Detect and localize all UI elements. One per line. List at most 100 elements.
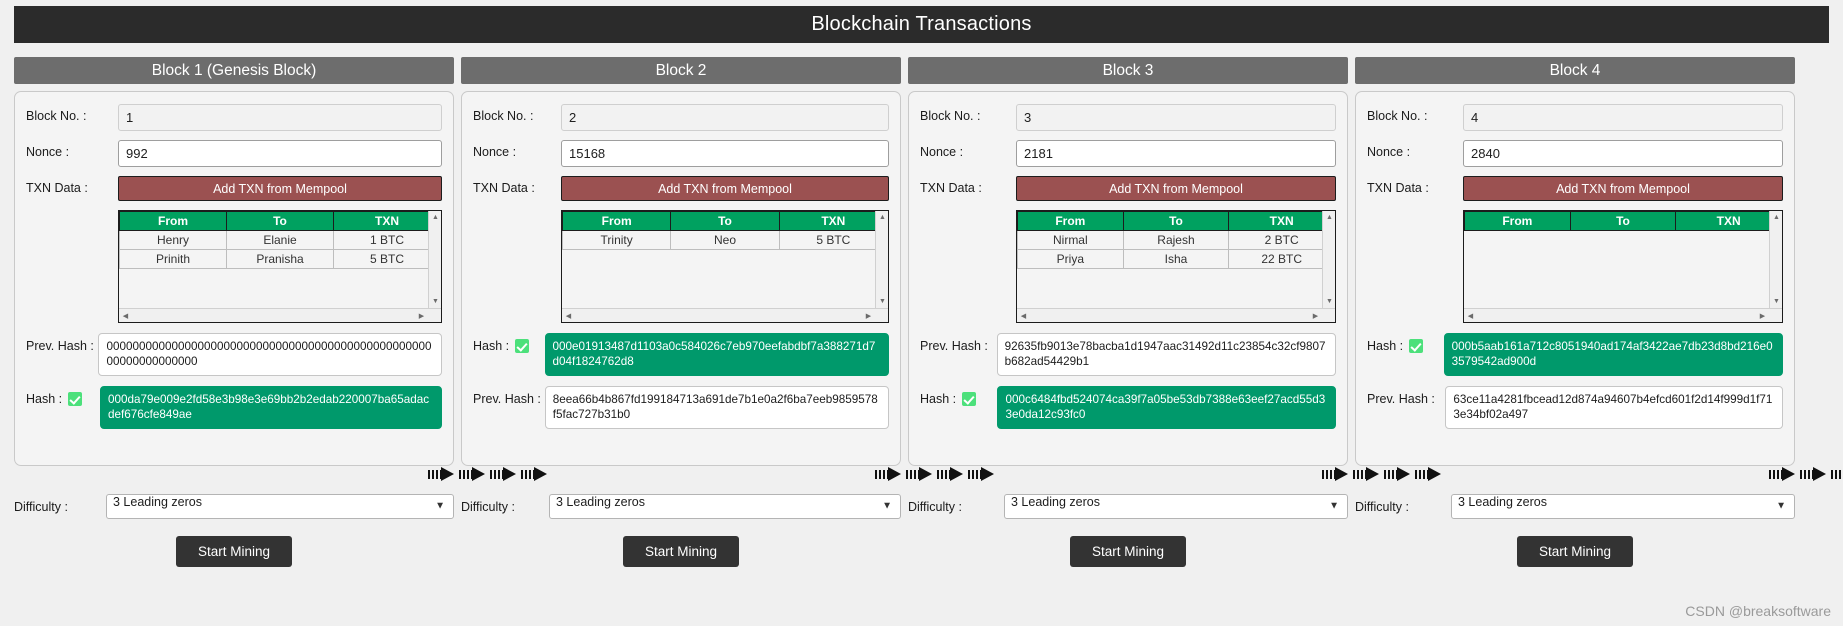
- chain-link-arrow-icon: [937, 467, 965, 482]
- start-mining-button[interactable]: Start Mining: [1516, 536, 1634, 567]
- prev-hash-value[interactable]: 63ce11a4281fbcead12d874a94607b4efcd601f2…: [1445, 386, 1783, 429]
- difficulty-select[interactable]: 3 Leading zeros: [106, 494, 454, 519]
- txn-table-container: From To TXN Nirmal Rajesh 2 BTC Priya Isha 22 BT…: [1016, 210, 1336, 323]
- block-controls-4: Difficulty : 3 Leading zeros ▼ Start Mining: [1355, 494, 1795, 567]
- add-txn-from-mempool-button[interactable]: Add TXN from Mempool: [561, 176, 889, 201]
- txn-horizontal-scrollbar[interactable]: ◀ ▶: [1017, 308, 1335, 322]
- scroll-down-icon[interactable]: ▼: [876, 295, 888, 308]
- scroll-right-icon[interactable]: ▶: [862, 309, 875, 322]
- add-txn-from-mempool-button[interactable]: Add TXN from Mempool: [1463, 176, 1783, 201]
- block-body: Block No. : Nonce : TXN Data : Add TXN from…: [1355, 91, 1795, 466]
- blocks-row: Block 1 (Genesis Block) Block No. : Nonce …: [14, 57, 1829, 466]
- mine-row: Start Mining: [461, 536, 901, 567]
- txn-vertical-scrollbar[interactable]: ▲ ▼: [428, 211, 441, 308]
- scroll-up-icon[interactable]: ▲: [1323, 211, 1335, 224]
- block-no-row: Block No. :: [920, 104, 1336, 131]
- difficulty-select-wrap: 3 Leading zeros ▼: [106, 494, 454, 519]
- txn-to: Rajesh: [1122, 230, 1230, 250]
- hash-value[interactable]: 000da79e009e2fd58e3b98e3e69bb2b2edab2200…: [100, 386, 442, 429]
- block-no-input[interactable]: [1463, 104, 1783, 131]
- hash-value[interactable]: 000c6484fbd524074ca39f7a05be53db7388e63e…: [997, 386, 1336, 429]
- difficulty-select[interactable]: 3 Leading zeros: [1004, 494, 1348, 519]
- txn-from: Prinith: [119, 249, 227, 269]
- txn-scroll-area: From To TXN Henry Elanie 1 BTC Prinith Pranisha…: [119, 211, 441, 308]
- txn-column-header: TXN: [778, 211, 888, 231]
- add-txn-from-mempool-button[interactable]: Add TXN from Mempool: [118, 176, 442, 201]
- scroll-right-icon[interactable]: ▶: [1309, 309, 1322, 322]
- scroll-left-icon[interactable]: ◀: [562, 309, 575, 322]
- txn-scroll-area: From To TXN ▲ ▼: [1464, 211, 1782, 308]
- txn-vertical-scrollbar[interactable]: ▲ ▼: [1322, 211, 1335, 308]
- scroll-up-icon[interactable]: ▲: [876, 211, 888, 224]
- txn-column-header: TXN: [1228, 211, 1335, 231]
- txn-table-container: From To TXN ▲ ▼ ◀ ▶: [1463, 210, 1783, 323]
- scroll-down-icon[interactable]: ▼: [1770, 295, 1782, 308]
- txn-data-row: TXN Data : Add TXN from Mempool: [920, 176, 1336, 201]
- hash-value[interactable]: 000b5aab161a712c8051940ad174af3422ae7db2…: [1443, 333, 1783, 376]
- txn-horizontal-scrollbar[interactable]: ◀ ▶: [562, 308, 888, 322]
- block-controls-1: Difficulty : 3 Leading zeros ▼ Start Mining: [14, 494, 454, 567]
- chain-link-arrow-icon: [1415, 467, 1443, 482]
- scroll-left-icon[interactable]: ◀: [1464, 309, 1477, 322]
- txn-column-header: From: [1017, 211, 1124, 231]
- chain-link-arrow-icon: [1831, 467, 1843, 482]
- difficulty-select-wrap: 3 Leading zeros ▼: [1004, 494, 1348, 519]
- txn-table-container: From To TXN Trinity Neo 5 BTC ▲ ▼ ◀ ▶: [561, 210, 889, 323]
- add-txn-from-mempool-button[interactable]: Add TXN from Mempool: [1016, 176, 1336, 201]
- nonce-input[interactable]: [561, 140, 889, 167]
- block-header: Block 3: [908, 57, 1348, 84]
- block-no-input[interactable]: [118, 104, 442, 131]
- txn-column-header: TXN: [333, 211, 441, 231]
- table-row: Priya Isha 22 BTC: [1017, 249, 1335, 269]
- nonce-row: Nonce :: [1367, 140, 1783, 167]
- block-body: Block No. : Nonce : TXN Data : Add TXN from…: [908, 91, 1348, 466]
- difficulty-select[interactable]: 3 Leading zeros: [549, 494, 901, 519]
- difficulty-label: Difficulty :: [14, 499, 68, 514]
- scroll-right-icon[interactable]: ▶: [415, 309, 428, 322]
- prev-hash-value[interactable]: 92635fb9013e78bacba1d1947aac31492d11c238…: [996, 333, 1336, 376]
- block-body: Block No. : Nonce : TXN Data : Add TXN from…: [14, 91, 454, 466]
- chain-link-arrow-icon: [521, 467, 549, 482]
- txn-column-header: To: [670, 211, 780, 231]
- txn-from: Trinity: [562, 230, 672, 250]
- difficulty-select[interactable]: 3 Leading zeros: [1451, 494, 1795, 519]
- nonce-row: Nonce :: [26, 140, 442, 167]
- block-no-label: Block No. :: [1367, 109, 1428, 123]
- nonce-input[interactable]: [1016, 140, 1336, 167]
- hash-valid-check-icon: [1409, 339, 1424, 353]
- start-mining-button[interactable]: Start Mining: [622, 536, 740, 567]
- block-no-row: Block No. :: [473, 104, 889, 131]
- scroll-down-icon[interactable]: ▼: [1323, 295, 1335, 308]
- scroll-up-icon[interactable]: ▲: [1770, 211, 1782, 224]
- scroll-up-icon[interactable]: ▲: [429, 211, 441, 224]
- nonce-input[interactable]: [118, 140, 442, 167]
- hash-valid-check-icon: [962, 392, 977, 406]
- scroll-down-icon[interactable]: ▼: [429, 295, 441, 308]
- hash-value[interactable]: 000e01913487d1103a0c584026c7eb970eefabdb…: [544, 333, 889, 376]
- block-no-input[interactable]: [1016, 104, 1336, 131]
- start-mining-button[interactable]: Start Mining: [175, 536, 293, 567]
- prev-hash-value[interactable]: 0000000000000000000000000000000000000000…: [98, 333, 442, 376]
- txn-horizontal-scrollbar[interactable]: ◀ ▶: [1464, 308, 1782, 322]
- nonce-input[interactable]: [1463, 140, 1783, 167]
- txn-vertical-scrollbar[interactable]: ▲ ▼: [1769, 211, 1782, 308]
- txn-to: Pranisha: [226, 249, 334, 269]
- block-no-row: Block No. :: [26, 104, 442, 131]
- txn-horizontal-scrollbar[interactable]: ◀ ▶: [119, 308, 441, 322]
- txn-table: From To TXN Nirmal Rajesh 2 BTC Priya Isha 22 BT…: [1017, 211, 1335, 269]
- block-card-4: Block 4 Block No. : Nonce : TXN Data : Add T…: [1355, 57, 1795, 466]
- block-no-row: Block No. :: [1367, 104, 1783, 131]
- txn-vertical-scrollbar[interactable]: ▲ ▼: [875, 211, 888, 308]
- start-mining-button[interactable]: Start Mining: [1069, 536, 1187, 567]
- difficulty-row: Difficulty : 3 Leading zeros ▼: [14, 494, 454, 519]
- block-controls-2: Difficulty : 3 Leading zeros ▼ Start Mining: [461, 494, 901, 567]
- chain-link-arrow-icon: [906, 467, 934, 482]
- scroll-left-icon[interactable]: ◀: [119, 309, 132, 322]
- block-header: Block 1 (Genesis Block): [14, 57, 454, 84]
- blockchain-app: Blockchain Transactions Block 1 (Genesis…: [0, 0, 1843, 626]
- scroll-right-icon[interactable]: ▶: [1756, 309, 1769, 322]
- prev-hash-label: Prev. Hash :: [1367, 392, 1435, 406]
- scroll-left-icon[interactable]: ◀: [1017, 309, 1030, 322]
- prev-hash-value[interactable]: 8eea66b4b867fd199184713a691de7b1e0a2f6ba…: [544, 386, 889, 429]
- block-no-input[interactable]: [561, 104, 889, 131]
